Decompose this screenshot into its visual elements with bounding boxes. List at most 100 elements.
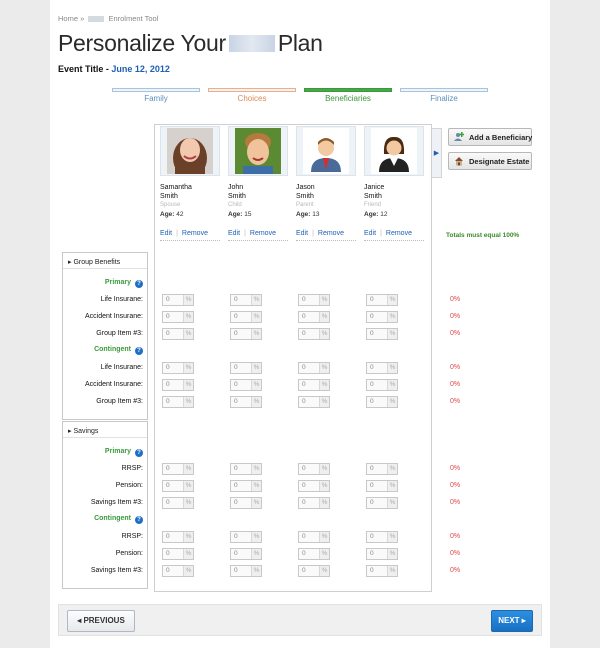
- beneficiary-relation: Child: [228, 202, 242, 208]
- help-icon[interactable]: ?: [135, 280, 143, 288]
- percent-input[interactable]: 0%: [366, 463, 398, 475]
- percent-input[interactable]: 0%: [366, 480, 398, 492]
- beneficiary-relation: Spouse: [160, 202, 181, 208]
- man-avatar-icon: [296, 126, 356, 176]
- percent-input[interactable]: 0%: [298, 396, 330, 408]
- beneficiary-age: Age: 13: [296, 211, 320, 218]
- percent-input[interactable]: 0%: [230, 328, 262, 340]
- percent-input[interactable]: 0%: [230, 362, 262, 374]
- percent-input[interactable]: 0%: [298, 565, 330, 577]
- percent-input[interactable]: 0%: [162, 379, 194, 391]
- percent-input[interactable]: 0%: [162, 480, 194, 492]
- percent-input[interactable]: 0%: [230, 294, 262, 306]
- percent-input[interactable]: 0%: [366, 362, 398, 374]
- next-button[interactable]: NEXT ▸: [491, 610, 533, 632]
- row-total: 0%: [450, 381, 461, 388]
- beneficiary-last-name: Smith: [160, 193, 178, 200]
- row-total: 0%: [450, 313, 461, 320]
- percent-input[interactable]: 0%: [298, 531, 330, 543]
- section-toggle[interactable]: ▸ Savings: [63, 422, 147, 438]
- page-title: Personalize Your Plan: [58, 30, 323, 56]
- step-beneficiaries[interactable]: Beneficiaries: [304, 88, 392, 103]
- percent-input[interactable]: 0%: [162, 531, 194, 543]
- row-label: Pension:: [115, 550, 143, 557]
- percent-input[interactable]: 0%: [366, 396, 398, 408]
- percent-input[interactable]: 0%: [366, 294, 398, 306]
- percent-input[interactable]: 0%: [298, 379, 330, 391]
- percent-input[interactable]: 0%: [230, 480, 262, 492]
- step-choices[interactable]: Choices: [208, 88, 296, 103]
- help-icon[interactable]: ?: [135, 347, 143, 355]
- beneficiary-relation: Friend: [364, 202, 382, 208]
- breadcrumb: Home » Enrolment Tool: [58, 14, 159, 23]
- percent-input[interactable]: 0%: [366, 548, 398, 560]
- edit-link[interactable]: Edit: [364, 230, 376, 237]
- percent-input[interactable]: 0%: [162, 565, 194, 577]
- help-icon[interactable]: ?: [135, 449, 143, 457]
- percent-input[interactable]: 0%: [162, 396, 194, 408]
- event-title: Event Title - June 12, 2012: [58, 64, 170, 74]
- beneficiary-last-name: Smith: [228, 193, 246, 200]
- percent-input[interactable]: 0%: [366, 531, 398, 543]
- step-family[interactable]: Family: [112, 88, 200, 103]
- percent-input[interactable]: 0%: [366, 311, 398, 323]
- percent-input[interactable]: 0%: [162, 294, 194, 306]
- row-total: 0%: [450, 330, 461, 337]
- edit-link[interactable]: Edit: [228, 230, 240, 237]
- percent-input[interactable]: 0%: [298, 497, 330, 509]
- percent-input[interactable]: 0%: [162, 362, 194, 374]
- previous-button[interactable]: ◂ PREVIOUS: [67, 610, 135, 632]
- step-finalize[interactable]: Finalize: [400, 88, 488, 103]
- percent-input[interactable]: 0%: [366, 328, 398, 340]
- percent-input[interactable]: 0%: [366, 497, 398, 509]
- percent-input[interactable]: 0%: [298, 294, 330, 306]
- row-total: 0%: [450, 465, 461, 472]
- section-toggle[interactable]: ▸ Group Benefits: [63, 253, 147, 269]
- add-beneficiary-button[interactable]: Add a Beneficiary: [448, 128, 532, 146]
- percent-input[interactable]: 0%: [162, 311, 194, 323]
- breadcrumb-home[interactable]: Home: [58, 14, 78, 23]
- percent-input[interactable]: 0%: [162, 328, 194, 340]
- percent-input[interactable]: 0%: [298, 328, 330, 340]
- percent-input[interactable]: 0%: [162, 548, 194, 560]
- beneficiary-card: John Smith Child Age: 15 Edit | Remove: [228, 126, 294, 241]
- percent-input[interactable]: 0%: [162, 463, 194, 475]
- beneficiary-relation: Parent: [296, 202, 314, 208]
- percent-input[interactable]: 0%: [162, 497, 194, 509]
- help-icon[interactable]: ?: [135, 516, 143, 524]
- percent-input[interactable]: 0%: [230, 379, 262, 391]
- row-label: Group Item #3:: [96, 330, 143, 337]
- percent-input[interactable]: 0%: [298, 362, 330, 374]
- row-label: Life Insurane:: [100, 364, 143, 371]
- edit-link[interactable]: Edit: [296, 230, 308, 237]
- row-label: Life Insurane:: [100, 296, 143, 303]
- primary-label: Primary?: [62, 448, 148, 457]
- percent-input[interactable]: 0%: [366, 565, 398, 577]
- percent-input[interactable]: 0%: [366, 379, 398, 391]
- percent-input[interactable]: 0%: [298, 480, 330, 492]
- percent-input[interactable]: 0%: [298, 548, 330, 560]
- scroll-right-arrow[interactable]: ▶: [432, 128, 442, 178]
- beneficiary-card: Janice Smith Friend Age: 12 Edit | Remove: [364, 126, 430, 241]
- percent-input[interactable]: 0%: [230, 311, 262, 323]
- percent-input[interactable]: 0%: [230, 396, 262, 408]
- remove-link[interactable]: Remove: [182, 230, 208, 237]
- row-total: 0%: [450, 364, 461, 371]
- designate-estate-button[interactable]: Designate Estate: [448, 152, 532, 170]
- percent-input[interactable]: 0%: [298, 311, 330, 323]
- edit-link[interactable]: Edit: [160, 230, 172, 237]
- add-person-icon: [454, 132, 465, 142]
- page: Home » Enrolment Tool Personalize Your Pl…: [50, 0, 550, 648]
- percent-input[interactable]: 0%: [298, 463, 330, 475]
- remove-link[interactable]: Remove: [250, 230, 276, 237]
- row-label: Accident Insurane:: [85, 313, 143, 320]
- percent-input[interactable]: 0%: [230, 565, 262, 577]
- percent-input[interactable]: 0%: [230, 548, 262, 560]
- remove-link[interactable]: Remove: [386, 230, 412, 237]
- beneficiary-age: Age: 15: [228, 211, 252, 218]
- percent-input[interactable]: 0%: [230, 497, 262, 509]
- percent-input[interactable]: 0%: [230, 463, 262, 475]
- remove-link[interactable]: Remove: [318, 230, 344, 237]
- beneficiary-last-name: Smith: [364, 193, 382, 200]
- percent-input[interactable]: 0%: [230, 531, 262, 543]
